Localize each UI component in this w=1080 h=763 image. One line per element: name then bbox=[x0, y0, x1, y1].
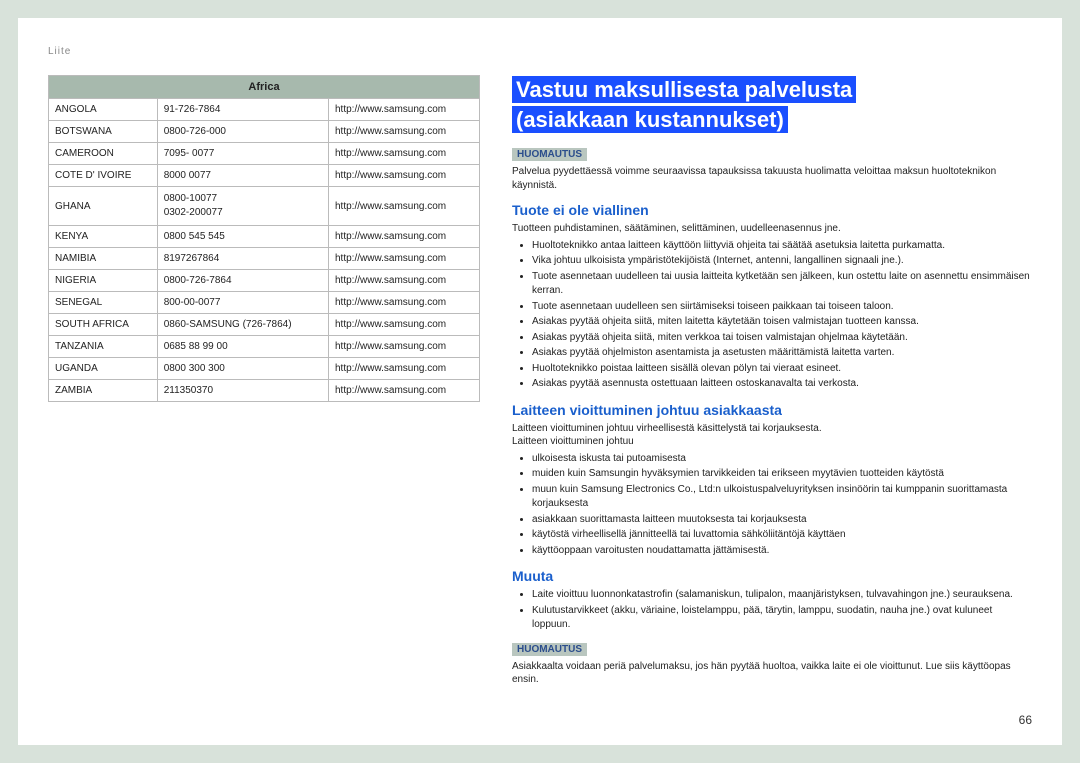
page-number: 66 bbox=[1019, 713, 1032, 727]
right-column: Vastuu maksullisesta palvelusta (asiakka… bbox=[512, 75, 1032, 695]
url-cell: http://www.samsung.com bbox=[328, 99, 479, 121]
phone-cell: 91-726-7864 bbox=[157, 99, 328, 121]
table-row: KENYA0800 545 545http://www.samsung.com bbox=[49, 226, 480, 248]
phone-cell: 0800 300 300 bbox=[157, 358, 328, 380]
section3-bullets: Laite vioittuu luonnonkatastrofin (salam… bbox=[512, 588, 1032, 633]
country-cell: SOUTH AFRICA bbox=[49, 314, 158, 336]
phone-cell: 0800-726-000 bbox=[157, 121, 328, 143]
table-row: GHANA0800-100770302-200077http://www.sam… bbox=[49, 187, 480, 226]
notice2-text: Asiakkaalta voidaan periä palvelumaksu, … bbox=[512, 660, 1032, 687]
section2-intro2: Laitteen vioittuminen johtuu bbox=[512, 435, 1032, 449]
phone-cell: 0800 545 545 bbox=[157, 226, 328, 248]
url-cell: http://www.samsung.com bbox=[328, 121, 479, 143]
url-cell: http://www.samsung.com bbox=[328, 165, 479, 187]
list-item: Huoltoteknikko poistaa laitteen sisällä … bbox=[532, 362, 1032, 377]
africa-table: Africa ANGOLA91-726-7864http://www.samsu… bbox=[48, 75, 480, 402]
table-row: NAMIBIA8197267864http://www.samsung.com bbox=[49, 248, 480, 270]
url-cell: http://www.samsung.com bbox=[328, 380, 479, 402]
main-title: Vastuu maksullisesta palvelusta (asiakka… bbox=[512, 75, 1032, 134]
country-cell: TANZANIA bbox=[49, 336, 158, 358]
table-body: ANGOLA91-726-7864http://www.samsung.comB… bbox=[49, 99, 480, 402]
list-item: ulkoisesta iskusta tai putoamisesta bbox=[532, 452, 1032, 467]
list-item: Huoltoteknikko antaa laitteen käyttöön l… bbox=[532, 239, 1032, 254]
url-cell: http://www.samsung.com bbox=[328, 248, 479, 270]
table-row: CAMEROON7095- 0077http://www.samsung.com bbox=[49, 143, 480, 165]
list-item: Vika johtuu ulkoisista ympäristötekijöis… bbox=[532, 254, 1032, 269]
country-cell: SENEGAL bbox=[49, 292, 158, 314]
url-cell: http://www.samsung.com bbox=[328, 226, 479, 248]
title-line1: Vastuu maksullisesta palvelusta bbox=[512, 76, 856, 103]
country-cell: KENYA bbox=[49, 226, 158, 248]
table-row: COTE D' IVOIRE8000 0077http://www.samsun… bbox=[49, 165, 480, 187]
country-cell: UGANDA bbox=[49, 358, 158, 380]
breadcrumb: Liite bbox=[48, 46, 1032, 57]
table-header: Africa bbox=[49, 76, 480, 99]
table-row: SOUTH AFRICA0860-SAMSUNG (726-7864)http:… bbox=[49, 314, 480, 336]
url-cell: http://www.samsung.com bbox=[328, 358, 479, 380]
list-item: Asiakas pyytää asennusta ostettuaan lait… bbox=[532, 377, 1032, 392]
url-cell: http://www.samsung.com bbox=[328, 292, 479, 314]
list-item: Tuote asennetaan uudelleen sen siirtämis… bbox=[532, 300, 1032, 315]
table-row: ANGOLA91-726-7864http://www.samsung.com bbox=[49, 99, 480, 121]
document-page: Liite Africa ANGOLA91-726-7864http://www… bbox=[18, 18, 1062, 745]
title-line2: (asiakkaan kustannukset) bbox=[512, 106, 788, 133]
list-item: Kulutustarvikkeet (akku, väriaine, loist… bbox=[532, 604, 1032, 633]
url-cell: http://www.samsung.com bbox=[328, 270, 479, 292]
list-item: käytöstä virheellisellä jännitteellä tai… bbox=[532, 528, 1032, 543]
table-row: ZAMBIA211350370http://www.samsung.com bbox=[49, 380, 480, 402]
section1-intro: Tuotteen puhdistaminen, säätäminen, seli… bbox=[512, 222, 1032, 236]
list-item: Asiakas pyytää ohjeita siitä, miten verk… bbox=[532, 331, 1032, 346]
content-area: Africa ANGOLA91-726-7864http://www.samsu… bbox=[48, 75, 1032, 695]
notice-badge-1: HUOMAUTUS bbox=[512, 148, 587, 161]
list-item: Laite vioittuu luonnonkatastrofin (salam… bbox=[532, 588, 1032, 603]
section1-heading: Tuote ei ole viallinen bbox=[512, 202, 1032, 218]
url-cell: http://www.samsung.com bbox=[328, 187, 479, 226]
url-cell: http://www.samsung.com bbox=[328, 336, 479, 358]
phone-cell: 0685 88 99 00 bbox=[157, 336, 328, 358]
country-cell: NAMIBIA bbox=[49, 248, 158, 270]
phone-cell: 8197267864 bbox=[157, 248, 328, 270]
phone-cell: 800-00-0077 bbox=[157, 292, 328, 314]
left-column: Africa ANGOLA91-726-7864http://www.samsu… bbox=[48, 75, 480, 695]
country-cell: BOTSWANA bbox=[49, 121, 158, 143]
notice-badge-2: HUOMAUTUS bbox=[512, 643, 587, 656]
phone-cell: 0800-100770302-200077 bbox=[157, 187, 328, 226]
table-row: SENEGAL800-00-0077http://www.samsung.com bbox=[49, 292, 480, 314]
phone-cell: 211350370 bbox=[157, 380, 328, 402]
section2-bullets: ulkoisesta iskusta tai putoamisestamuide… bbox=[512, 452, 1032, 559]
country-cell: ANGOLA bbox=[49, 99, 158, 121]
section2-heading: Laitteen vioittuminen johtuu asiakkaasta bbox=[512, 402, 1032, 418]
list-item: Asiakas pyytää ohjeita siitä, miten lait… bbox=[532, 315, 1032, 330]
notice1-text: Palvelua pyydettäessä voimme seuraavissa… bbox=[512, 165, 1032, 192]
table-row: NIGERIA0800-726-7864http://www.samsung.c… bbox=[49, 270, 480, 292]
url-cell: http://www.samsung.com bbox=[328, 143, 479, 165]
list-item: käyttöoppaan varoitusten noudattamatta j… bbox=[532, 544, 1032, 559]
list-item: muiden kuin Samsungin hyväksymien tarvik… bbox=[532, 467, 1032, 482]
section1-bullets: Huoltoteknikko antaa laitteen käyttöön l… bbox=[512, 239, 1032, 392]
list-item: Asiakas pyytää ohjelmiston asentamista j… bbox=[532, 346, 1032, 361]
phone-cell: 7095- 0077 bbox=[157, 143, 328, 165]
url-cell: http://www.samsung.com bbox=[328, 314, 479, 336]
country-cell: ZAMBIA bbox=[49, 380, 158, 402]
table-row: BOTSWANA0800-726-000http://www.samsung.c… bbox=[49, 121, 480, 143]
list-item: Tuote asennetaan uudelleen tai uusia lai… bbox=[532, 270, 1032, 299]
table-row: UGANDA0800 300 300http://www.samsung.com bbox=[49, 358, 480, 380]
phone-cell: 0860-SAMSUNG (726-7864) bbox=[157, 314, 328, 336]
country-cell: CAMEROON bbox=[49, 143, 158, 165]
list-item: asiakkaan suorittamasta laitteen muutoks… bbox=[532, 513, 1032, 528]
phone-cell: 0800-726-7864 bbox=[157, 270, 328, 292]
phone-cell: 8000 0077 bbox=[157, 165, 328, 187]
list-item: muun kuin Samsung Electronics Co., Ltd:n… bbox=[532, 483, 1032, 512]
country-cell: NIGERIA bbox=[49, 270, 158, 292]
country-cell: GHANA bbox=[49, 187, 158, 226]
section2-intro1: Laitteen vioittuminen johtuu virheellise… bbox=[512, 422, 1032, 436]
table-row: TANZANIA0685 88 99 00http://www.samsung.… bbox=[49, 336, 480, 358]
section3-heading: Muuta bbox=[512, 568, 1032, 584]
country-cell: COTE D' IVOIRE bbox=[49, 165, 158, 187]
